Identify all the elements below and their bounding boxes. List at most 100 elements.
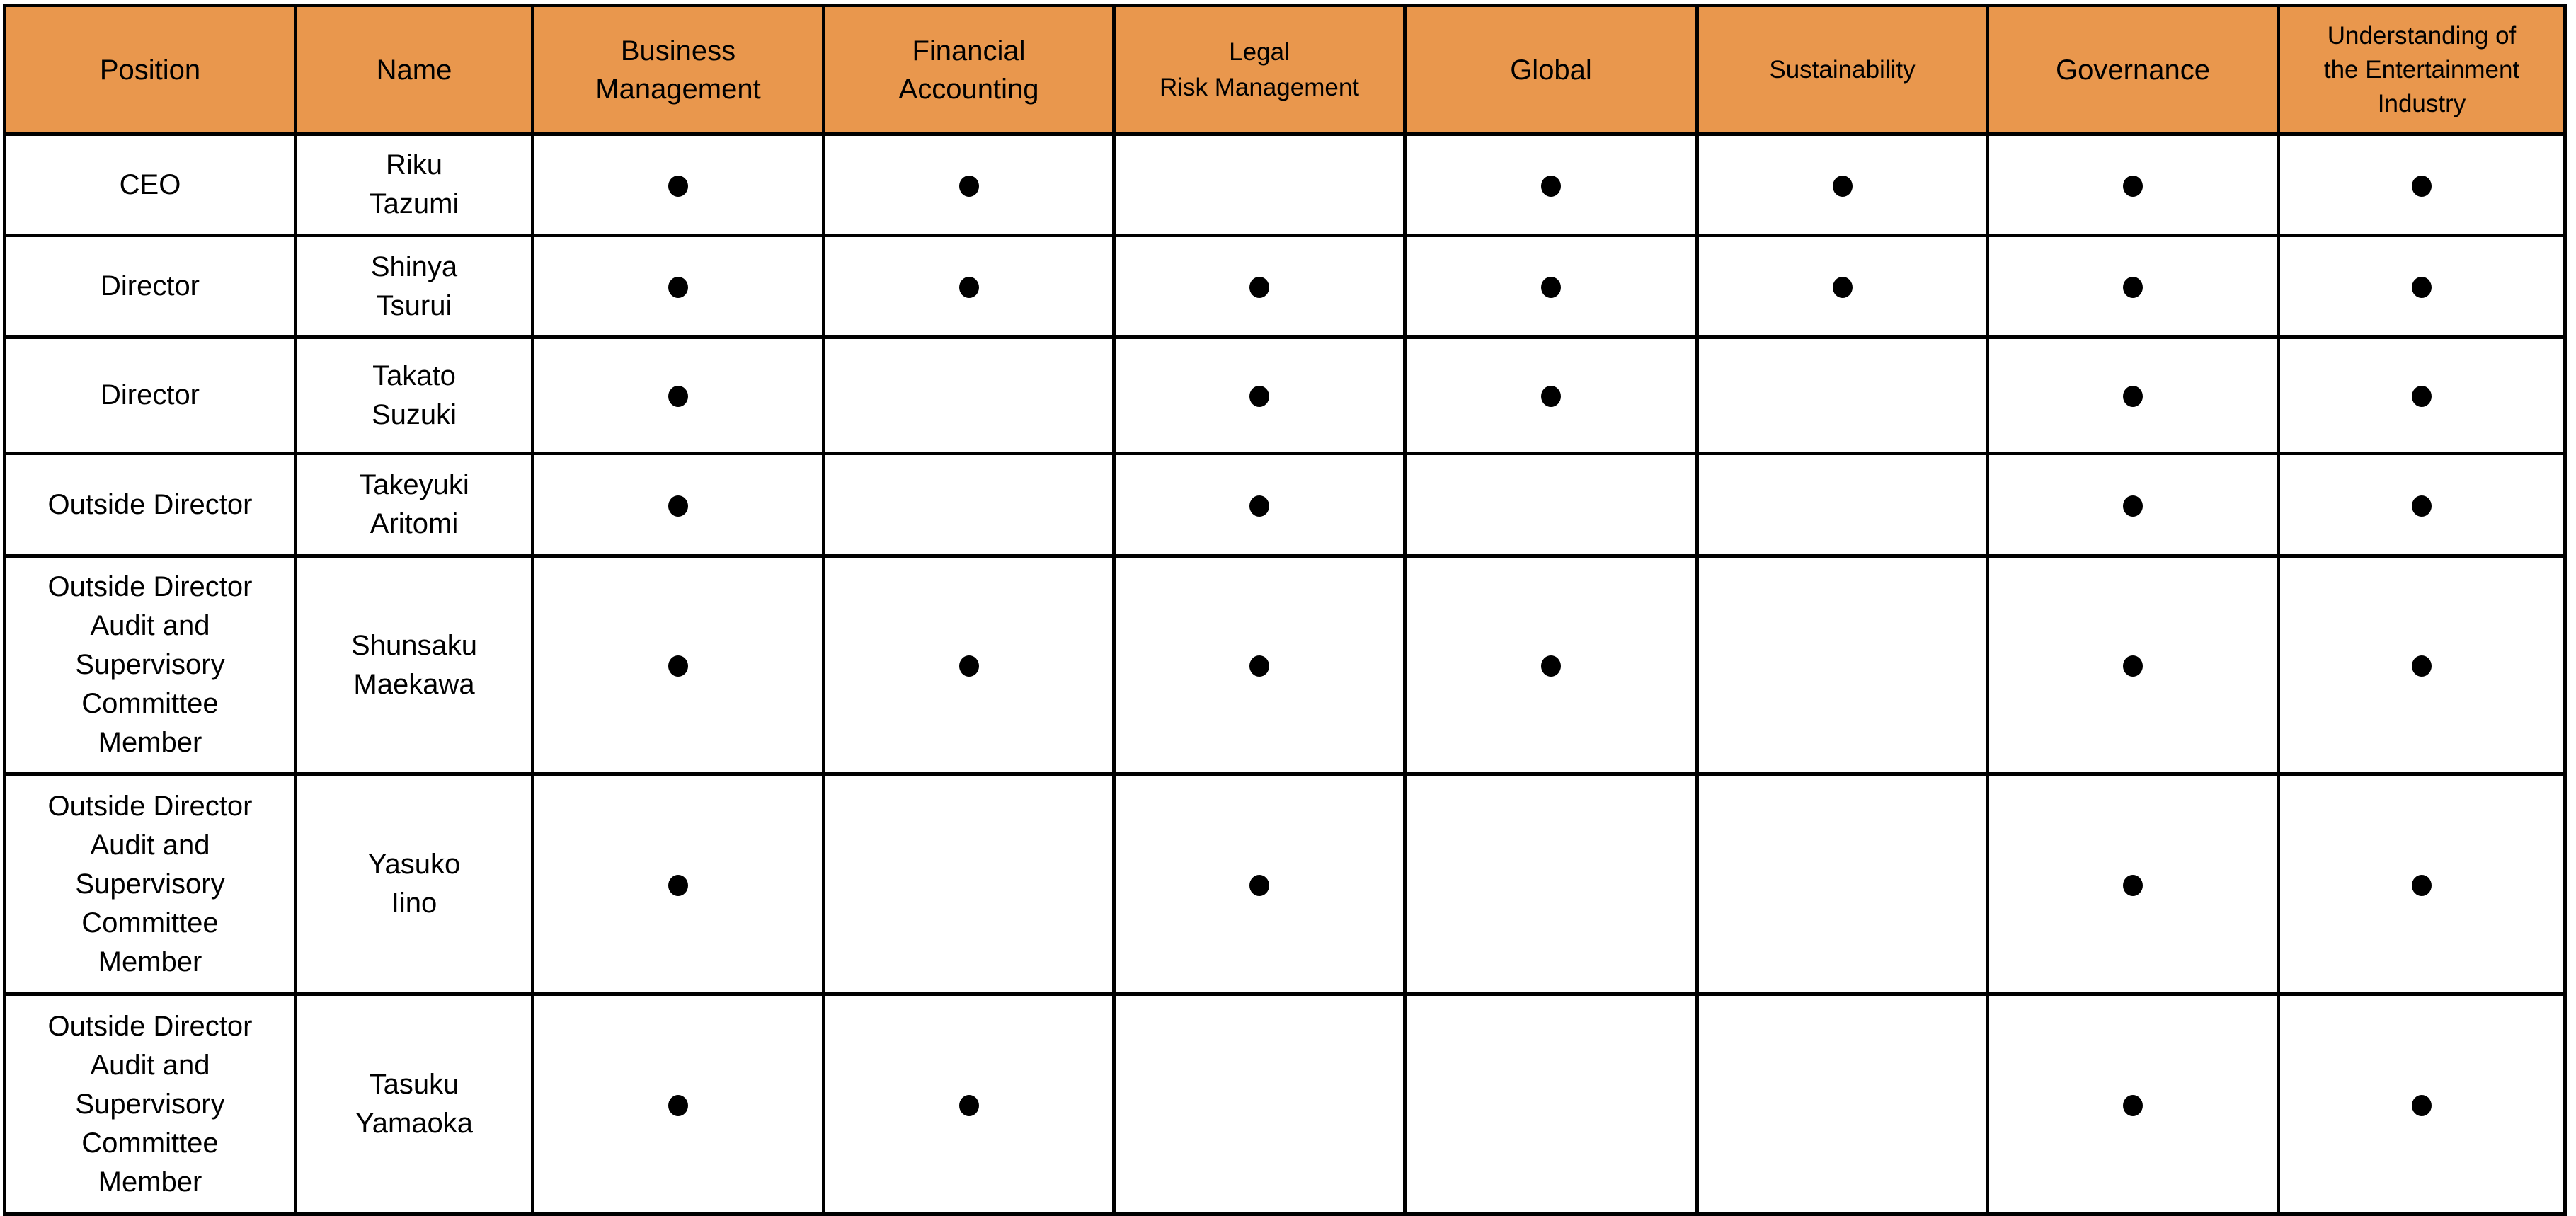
table-header: Position Name Business Management Financ…: [3, 4, 2567, 136]
filled-circle-icon: [958, 277, 979, 299]
filled-circle-icon: [2123, 495, 2143, 517]
cell-skill-governance: [1986, 132, 2280, 237]
filled-circle-icon: [2412, 1094, 2432, 1116]
filled-circle-icon: [668, 495, 688, 517]
column-header-legal-risk-management: Legal Risk Management: [1112, 4, 1407, 136]
filled-circle-icon: [2123, 277, 2143, 299]
name-text: Shunsaku Maekawa: [351, 629, 477, 700]
table-row: Director Shinya Tsurui: [3, 234, 2567, 339]
header-row: Position Name Business Management Financ…: [3, 4, 2567, 136]
table-row: Outside Director Audit and Supervisory C…: [3, 772, 2567, 996]
column-header-business-management: Business Management: [531, 4, 825, 136]
name-text: Tasuku Yamaoka: [355, 1069, 473, 1139]
cell-skill-global: [1403, 452, 1699, 558]
table-body: CEO Riku Tazumi Director Shinya Tsurui Direc…: [3, 132, 2567, 1216]
filled-circle-icon: [1541, 175, 1561, 197]
cell-skill-sustainability: [1695, 554, 1989, 776]
cell-skill-entertainment-industry: [2277, 335, 2567, 455]
cell-skill-global: [1403, 335, 1699, 455]
cell-skill-entertainment-industry: [2277, 772, 2567, 996]
position-text: Director: [100, 379, 200, 411]
cell-skill-legal-risk-management: [1112, 992, 1407, 1216]
position-text: Outside Director Audit and Supervisory C…: [47, 790, 253, 977]
cell-name: Riku Tazumi: [294, 132, 534, 237]
column-header-financial-accounting: Financial Accounting: [822, 4, 1116, 136]
filled-circle-icon: [1249, 386, 1269, 408]
cell-skill-legal-risk-management: [1112, 335, 1407, 455]
filled-circle-icon: [668, 175, 688, 197]
cell-name: Shunsaku Maekawa: [294, 554, 534, 776]
filled-circle-icon: [2123, 655, 2143, 677]
filled-circle-icon: [668, 874, 688, 896]
cell-skill-business-management: [531, 452, 825, 558]
filled-circle-icon: [2123, 386, 2143, 408]
cell-skill-business-management: [531, 335, 825, 455]
cell-skill-entertainment-industry: [2277, 554, 2567, 776]
cell-skill-sustainability: [1695, 335, 1989, 455]
table-row: Director Takato Suzuki: [3, 335, 2567, 455]
filled-circle-icon: [958, 655, 979, 677]
cell-skill-sustainability: [1695, 452, 1989, 558]
column-header-name: Name: [294, 4, 534, 136]
filled-circle-icon: [2412, 386, 2432, 408]
cell-name: Tasuku Yamaoka: [294, 992, 534, 1216]
cell-skill-global: [1403, 554, 1699, 776]
cell-skill-global: [1403, 992, 1699, 1216]
cell-position: Outside Director Audit and Supervisory C…: [3, 554, 297, 776]
position-text: Director: [100, 270, 200, 302]
table-row: Outside Director Takeyuki Aritomi: [3, 452, 2567, 558]
filled-circle-icon: [2123, 175, 2143, 197]
cell-skill-sustainability: [1695, 234, 1989, 339]
position-text: Outside Director Audit and Supervisory C…: [47, 571, 253, 758]
cell-skill-financial-accounting: [822, 452, 1116, 558]
column-header-global: Global: [1403, 4, 1699, 136]
cell-skill-governance: [1986, 452, 2280, 558]
filled-circle-icon: [668, 655, 688, 677]
cell-name: Takeyuki Aritomi: [294, 452, 534, 558]
filled-circle-icon: [1249, 277, 1269, 299]
cell-skill-business-management: [531, 992, 825, 1216]
cell-skill-business-management: [531, 234, 825, 339]
filled-circle-icon: [1832, 175, 1853, 197]
table-row: Outside Director Audit and Supervisory C…: [3, 992, 2567, 1216]
cell-position: Outside Director: [3, 452, 297, 558]
cell-position: Outside Director Audit and Supervisory C…: [3, 772, 297, 996]
filled-circle-icon: [2412, 874, 2432, 896]
cell-position: Outside Director Audit and Supervisory C…: [3, 992, 297, 1216]
filled-circle-icon: [958, 175, 979, 197]
filled-circle-icon: [668, 386, 688, 408]
cell-skill-entertainment-industry: [2277, 234, 2567, 339]
cell-skill-legal-risk-management: [1112, 132, 1407, 237]
cell-skill-sustainability: [1695, 132, 1989, 237]
filled-circle-icon: [668, 1094, 688, 1116]
cell-skill-legal-risk-management: [1112, 772, 1407, 996]
cell-skill-business-management: [531, 132, 825, 237]
cell-skill-governance: [1986, 992, 2280, 1216]
cell-skill-business-management: [531, 772, 825, 996]
filled-circle-icon: [958, 1094, 979, 1116]
cell-skill-financial-accounting: [822, 772, 1116, 996]
position-text: Outside Director Audit and Supervisory C…: [47, 1010, 253, 1198]
cell-skill-legal-risk-management: [1112, 452, 1407, 558]
cell-position: Director: [3, 335, 297, 455]
filled-circle-icon: [2123, 1094, 2143, 1116]
table-row: Outside Director Audit and Supervisory C…: [3, 554, 2567, 776]
filled-circle-icon: [668, 277, 688, 299]
cell-skill-entertainment-industry: [2277, 452, 2567, 558]
cell-skill-global: [1403, 234, 1699, 339]
cell-name: Shinya Tsurui: [294, 234, 534, 339]
filled-circle-icon: [1541, 277, 1561, 299]
position-text: CEO: [119, 168, 181, 200]
filled-circle-icon: [1249, 655, 1269, 677]
filled-circle-icon: [2123, 874, 2143, 896]
cell-skill-legal-risk-management: [1112, 234, 1407, 339]
cell-skill-governance: [1986, 554, 2280, 776]
cell-skill-financial-accounting: [822, 234, 1116, 339]
filled-circle-icon: [2412, 495, 2432, 517]
cell-skill-financial-accounting: [822, 554, 1116, 776]
cell-skill-entertainment-industry: [2277, 132, 2567, 237]
cell-skill-governance: [1986, 772, 2280, 996]
filled-circle-icon: [1832, 277, 1853, 299]
filled-circle-icon: [1249, 495, 1269, 517]
filled-circle-icon: [1541, 386, 1561, 408]
